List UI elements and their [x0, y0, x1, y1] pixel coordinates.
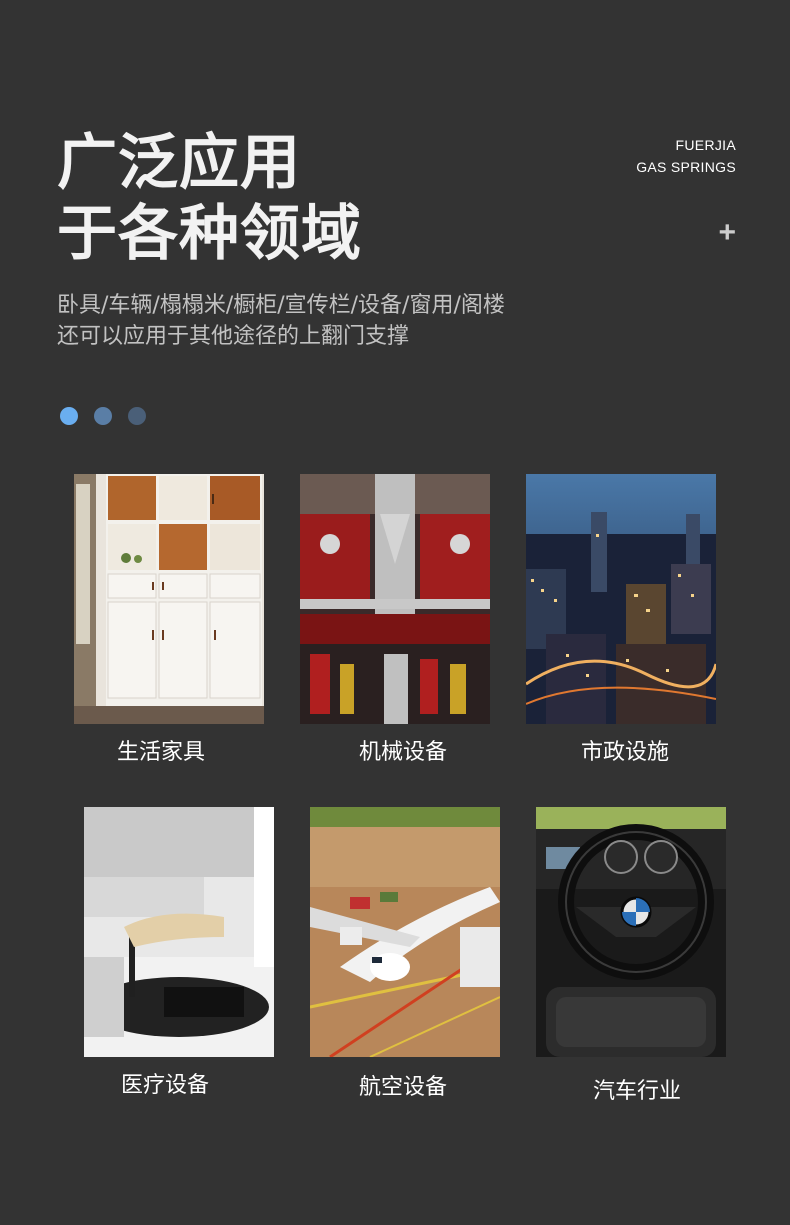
application-card-city[interactable]: 市政设施 [526, 474, 716, 765]
pager-dots [60, 407, 146, 425]
furniture-cabinet-photo [74, 474, 264, 724]
airplane-photo [310, 807, 500, 1057]
city-night-photo [526, 474, 716, 724]
pager-dot-1[interactable] [60, 407, 78, 425]
pager-dot-3[interactable] [128, 407, 146, 425]
description-line-2: 还可以应用于其他途径的上翻门支撑 [57, 324, 410, 349]
plus-icon[interactable]: + [718, 216, 736, 250]
application-label: 生活家具 [116, 740, 205, 765]
application-label: 航空设备 [358, 1075, 447, 1100]
application-card-automotive[interactable]: 汽车行业 [536, 807, 726, 1104]
pager-dot-2[interactable] [94, 407, 112, 425]
application-card-furniture[interactable]: 生活家具 [74, 474, 264, 765]
brand-line-1: FUERJIA [675, 137, 736, 153]
brand-line-2: GAS SPRINGS [636, 159, 736, 175]
machinery-photo [300, 474, 490, 724]
description: 卧具/车辆/榻榻米/橱柜/宣传栏/设备/窗用/阁楼 还可以应用于其他途径的上翻门… [57, 290, 505, 352]
page-title: 广泛应用 于各种领域 [57, 128, 362, 270]
description-line-1: 卧具/车辆/榻榻米/橱柜/宣传栏/设备/窗用/阁楼 [57, 293, 505, 318]
application-label: 市政设施 [580, 740, 669, 765]
title-line-1: 广泛应用 [57, 128, 301, 198]
medical-lab-photo [84, 807, 274, 1057]
application-label: 医疗设备 [120, 1073, 209, 1098]
title-line-2: 于各种领域 [57, 199, 362, 269]
application-label: 汽车行业 [592, 1079, 681, 1104]
application-label: 机械设备 [358, 740, 447, 765]
application-card-medical[interactable]: 医疗设备 [84, 807, 274, 1098]
application-card-aviation[interactable]: 航空设备 [310, 807, 500, 1100]
application-card-machinery[interactable]: 机械设备 [300, 474, 490, 765]
brand-text: FUERJIA GAS SPRINGS [636, 134, 736, 178]
car-interior-photo [536, 807, 726, 1057]
